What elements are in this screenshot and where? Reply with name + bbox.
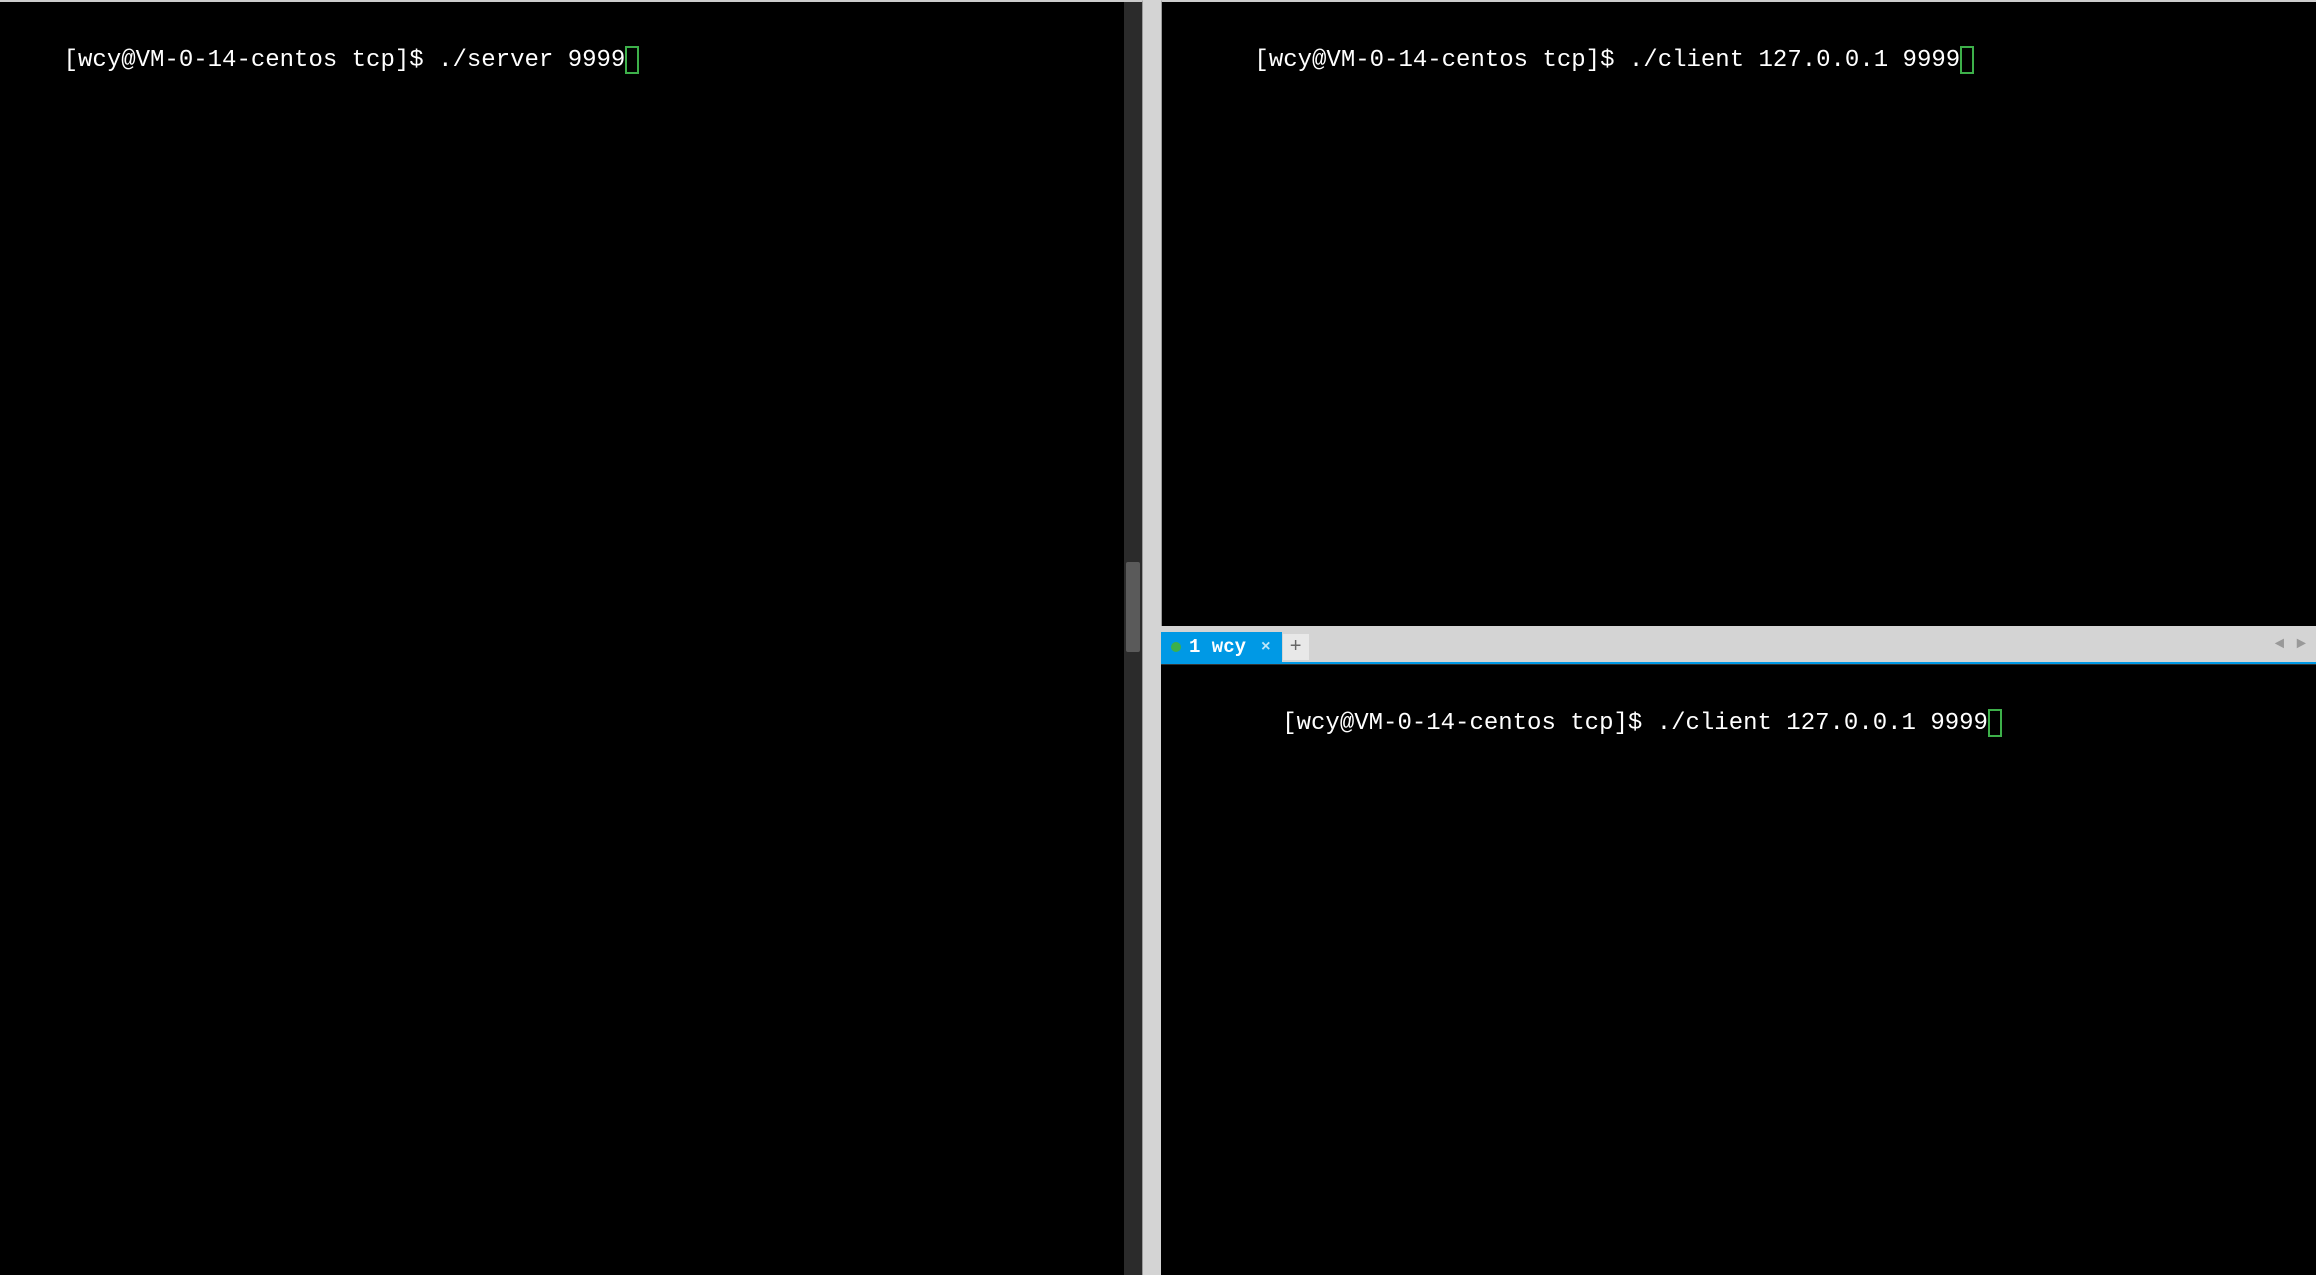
tab-nav-controls: ◄ ► <box>2271 626 2310 662</box>
right-bottom-prompt: [wcy@VM-0-14-centos tcp]$ <box>1282 707 1656 741</box>
right-bottom-command: ./client 127.0.0.1 9999 <box>1657 707 1988 741</box>
status-dot-icon <box>1171 642 1181 652</box>
right-top-terminal-content[interactable]: [wcy@VM-0-14-centos tcp]$ ./client 127.0… <box>1162 2 2316 119</box>
left-terminal-pane[interactable]: [wcy@VM-0-14-centos tcp]$ ./server 9999 <box>0 0 1143 1275</box>
right-bottom-terminal-pane[interactable]: [wcy@VM-0-14-centos tcp]$ ./client 127.0… <box>1161 664 2316 1275</box>
cursor-icon <box>625 46 639 74</box>
close-icon[interactable]: × <box>1258 638 1274 656</box>
right-top-terminal-pane[interactable]: [wcy@VM-0-14-centos tcp]$ ./client 127.0… <box>1161 0 2316 626</box>
cursor-icon <box>1988 709 2002 737</box>
left-command: ./server 9999 <box>438 44 625 78</box>
tab-bar: 1 wcy × + ◄ ► <box>1161 626 2316 664</box>
right-top-prompt-line: [wcy@VM-0-14-centos tcp]$ ./client 127.0… <box>1254 44 1974 78</box>
right-bottom-pane: 1 wcy × + ◄ ► [wcy@VM-0-14-centos tcp]$ … <box>1161 626 2316 1275</box>
left-prompt-line: [wcy@VM-0-14-centos tcp]$ ./server 9999 <box>64 44 640 78</box>
tab-prev-icon[interactable]: ◄ <box>2271 633 2289 655</box>
tab-label: 1 wcy <box>1189 636 1246 658</box>
left-scrollbar[interactable] <box>1124 2 1142 1275</box>
cursor-icon <box>1960 46 1974 74</box>
tab-next-icon[interactable]: ► <box>2292 633 2310 655</box>
right-bottom-prompt-line: [wcy@VM-0-14-centos tcp]$ ./client 127.0… <box>1282 707 2002 741</box>
left-prompt: [wcy@VM-0-14-centos tcp]$ <box>64 44 438 78</box>
pane-divider[interactable] <box>1143 0 1161 1275</box>
tab-session[interactable]: 1 wcy × <box>1161 632 1282 662</box>
right-bottom-terminal-content[interactable]: [wcy@VM-0-14-centos tcp]$ ./client 127.0… <box>1161 665 2316 782</box>
right-top-command: ./client 127.0.0.1 9999 <box>1629 44 1960 78</box>
scrollbar-thumb[interactable] <box>1126 562 1140 652</box>
right-pane-container: [wcy@VM-0-14-centos tcp]$ ./client 127.0… <box>1161 0 2316 1275</box>
left-terminal-content[interactable]: [wcy@VM-0-14-centos tcp]$ ./server 9999 <box>0 2 1142 119</box>
right-top-prompt: [wcy@VM-0-14-centos tcp]$ <box>1254 44 1628 78</box>
add-tab-button[interactable]: + <box>1283 634 1309 660</box>
